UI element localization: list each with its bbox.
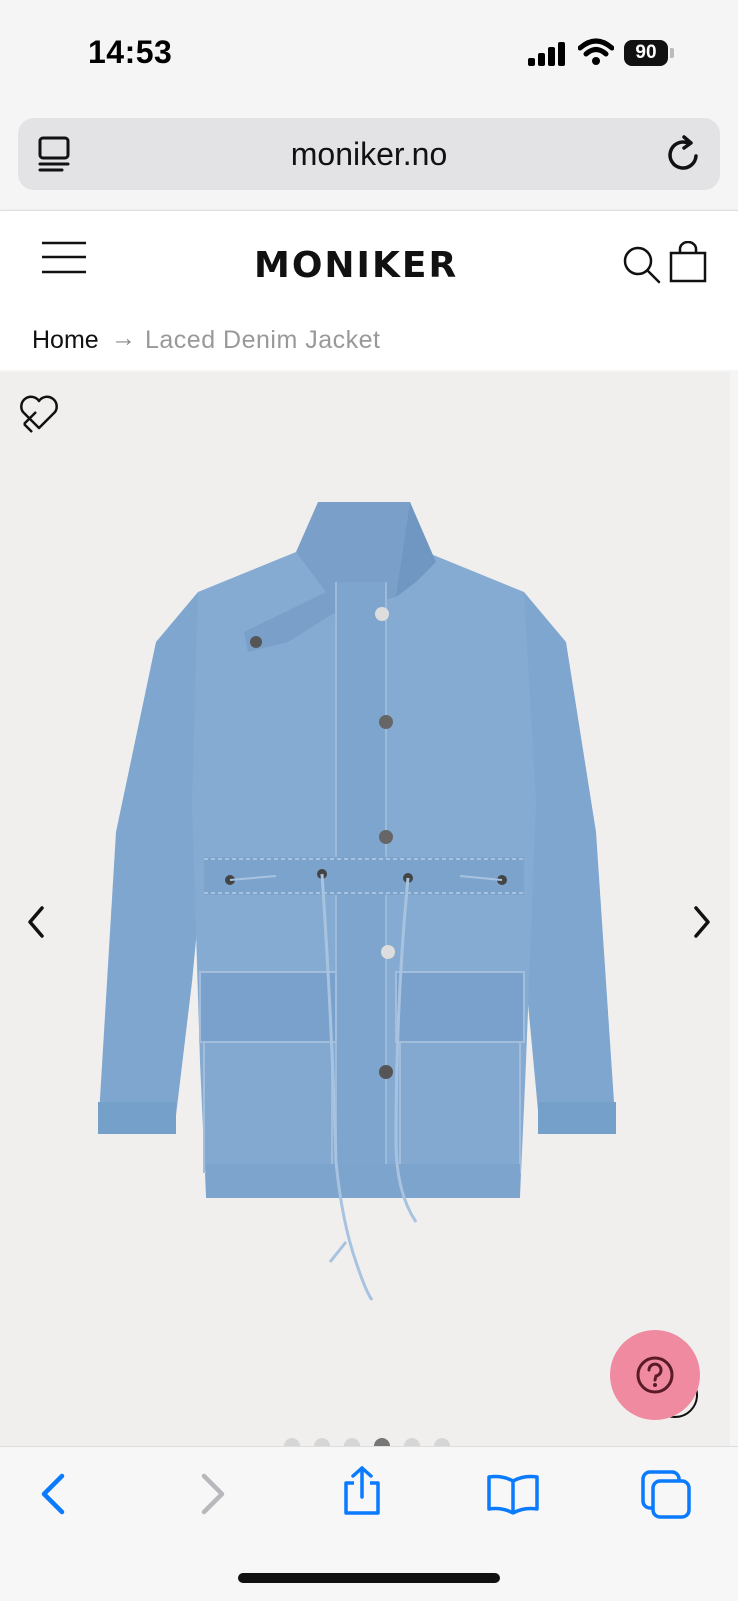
url-text[interactable]: moniker.no xyxy=(18,136,720,173)
product-image-gallery[interactable] xyxy=(0,372,730,1454)
next-image-arrow-icon[interactable] xyxy=(690,904,714,940)
battery-level: 90 xyxy=(635,42,657,63)
browser-toolbar xyxy=(0,1446,738,1601)
shopping-bag-icon[interactable] xyxy=(668,241,708,283)
product-image-denim-jacket xyxy=(98,502,616,1301)
breadcrumb-home-link[interactable]: Home xyxy=(32,326,99,355)
tabs-icon[interactable] xyxy=(640,1469,692,1519)
search-icon[interactable] xyxy=(622,245,662,285)
site-header: MONIKER xyxy=(0,210,738,323)
reload-icon[interactable] xyxy=(664,134,704,174)
breadcrumb-current: Laced Denim Jacket xyxy=(145,326,381,354)
question-mark-icon xyxy=(636,1356,674,1394)
battery-tip xyxy=(670,48,674,58)
wifi-icon xyxy=(578,38,614,65)
previous-image-arrow-icon[interactable] xyxy=(24,904,48,940)
share-icon[interactable] xyxy=(340,1465,384,1517)
home-indicator xyxy=(238,1573,500,1583)
hamburger-menu-icon[interactable] xyxy=(40,241,88,275)
wishlist-heart-icon[interactable] xyxy=(18,392,60,436)
breadcrumb: Home → Laced Denim Jacket xyxy=(0,322,738,370)
cellular-signal-icon xyxy=(528,42,565,66)
status-time: 14:53 xyxy=(88,34,173,70)
site-logo[interactable]: MONIKER xyxy=(254,245,458,286)
back-arrow-icon[interactable] xyxy=(38,1473,70,1515)
help-chat-button[interactable] xyxy=(610,1330,700,1420)
address-bar[interactable]: moniker.no xyxy=(18,118,720,190)
breadcrumb-separator: → xyxy=(111,324,136,352)
forward-arrow-icon[interactable] xyxy=(196,1473,228,1515)
bookmarks-icon[interactable] xyxy=(486,1473,540,1515)
battery-icon: 90 xyxy=(624,40,668,66)
status-bar: 14:53 90 xyxy=(0,0,738,110)
